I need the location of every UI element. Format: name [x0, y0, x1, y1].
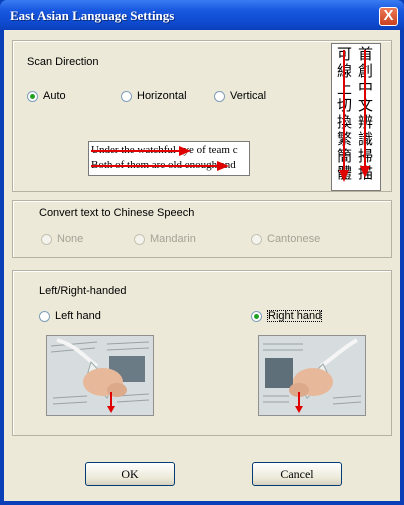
speech-mandarin-radio[interactable]	[134, 234, 145, 245]
speech-none-radio[interactable]	[41, 234, 52, 245]
scan-horizontal-label[interactable]: Horizontal	[137, 90, 187, 102]
scan-vertical-radio[interactable]	[214, 91, 225, 102]
scan-auto-label[interactable]: Auto	[43, 90, 66, 102]
scan-auto-radio[interactable]	[27, 91, 38, 102]
speech-mandarin-label[interactable]: Mandarin	[150, 233, 196, 245]
ok-button[interactable]: OK	[85, 462, 175, 486]
vertical-scan-arrows	[339, 50, 370, 182]
scan-direction-title: Scan Direction	[27, 56, 99, 68]
right-hand-image	[258, 335, 366, 416]
speech-cantonese-radio[interactable]	[251, 234, 262, 245]
speech-cantonese-label[interactable]: Cantonese	[267, 233, 320, 245]
window-title: East Asian Language Settings	[10, 8, 175, 23]
right-hand-label[interactable]: Right hand	[266, 309, 323, 323]
left-hand-image	[46, 335, 154, 416]
handedness-group: Left/Right-handed Left hand Right hand	[12, 270, 392, 436]
handedness-title: Left/Right-handed	[39, 285, 127, 297]
left-hand-scanner-picture	[47, 336, 153, 415]
close-icon: X	[383, 7, 394, 24]
dialog-window: East Asian Language Settings X Scan Dire…	[0, 0, 404, 505]
close-button[interactable]: X	[379, 7, 398, 26]
vertical-scan-sample: 首創中文辨識掃描 可線上切換繁簡體	[331, 43, 381, 191]
horizontal-scan-arrows	[91, 146, 229, 171]
scan-horizontal-radio[interactable]	[121, 91, 132, 102]
dialog-client-area: Scan Direction Auto Horizontal Vertical …	[4, 30, 400, 501]
right-hand-radio[interactable]	[251, 311, 262, 322]
left-hand-radio[interactable]	[39, 311, 50, 322]
title-bar[interactable]: East Asian Language Settings X	[0, 0, 404, 30]
right-hand-scanner-picture	[259, 336, 365, 415]
left-hand-label[interactable]: Left hand	[55, 310, 101, 322]
scan-direction-group: Scan Direction Auto Horizontal Vertical …	[12, 40, 392, 192]
scan-vertical-label[interactable]: Vertical	[230, 90, 266, 102]
cancel-button[interactable]: Cancel	[252, 462, 342, 486]
chinese-speech-group: Convert text to Chinese Speech None Mand…	[12, 200, 392, 258]
horizontal-scan-sample: Under the watchful eye of team c Both of…	[88, 141, 250, 176]
speech-none-label[interactable]: None	[57, 233, 83, 245]
chinese-speech-title: Convert text to Chinese Speech	[39, 207, 195, 219]
